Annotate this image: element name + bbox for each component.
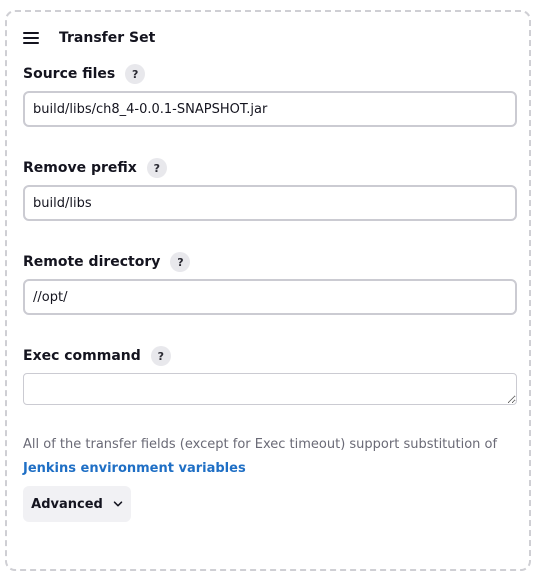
exec-command-textarea[interactable] <box>23 373 517 405</box>
section-header: Transfer Set <box>23 28 155 48</box>
exec-command-field: Exec command ? <box>23 345 517 405</box>
exec-command-label-row: Exec command ? <box>23 345 517 367</box>
remote-directory-help-icon[interactable]: ? <box>170 252 191 272</box>
source-files-input[interactable] <box>23 91 517 127</box>
remote-directory-label-row: Remote directory ? <box>23 251 517 273</box>
jenkins-env-vars-link[interactable]: Jenkins environment variables <box>23 461 246 476</box>
remove-prefix-label-row: Remove prefix ? <box>23 157 517 179</box>
transfer-set-panel: Transfer Set Source files ? Remove prefi… <box>5 10 531 571</box>
remove-prefix-help-icon[interactable]: ? <box>146 158 167 178</box>
remote-directory-input[interactable] <box>23 279 517 315</box>
section-title: Transfer Set <box>59 30 156 46</box>
chevron-down-icon <box>113 499 123 509</box>
source-files-label-row: Source files ? <box>23 63 517 85</box>
source-files-label: Source files <box>23 66 116 82</box>
source-files-help-icon[interactable]: ? <box>125 64 146 84</box>
remove-prefix-field: Remove prefix ? <box>23 157 517 221</box>
hamburger-icon[interactable] <box>23 32 39 44</box>
substitution-note-text: All of the transfer fields (except for E… <box>23 437 498 452</box>
remove-prefix-label: Remove prefix <box>23 160 137 176</box>
exec-command-label: Exec command <box>23 348 141 364</box>
exec-command-help-icon[interactable]: ? <box>150 346 171 366</box>
advanced-button[interactable]: Advanced <box>23 486 131 522</box>
advanced-label: Advanced <box>31 496 103 512</box>
remote-directory-field: Remote directory ? <box>23 251 517 315</box>
source-files-field: Source files ? <box>23 63 517 127</box>
remote-directory-label: Remote directory <box>23 254 161 270</box>
remove-prefix-input[interactable] <box>23 185 517 221</box>
substitution-note: All of the transfer fields (except for E… <box>23 433 523 481</box>
